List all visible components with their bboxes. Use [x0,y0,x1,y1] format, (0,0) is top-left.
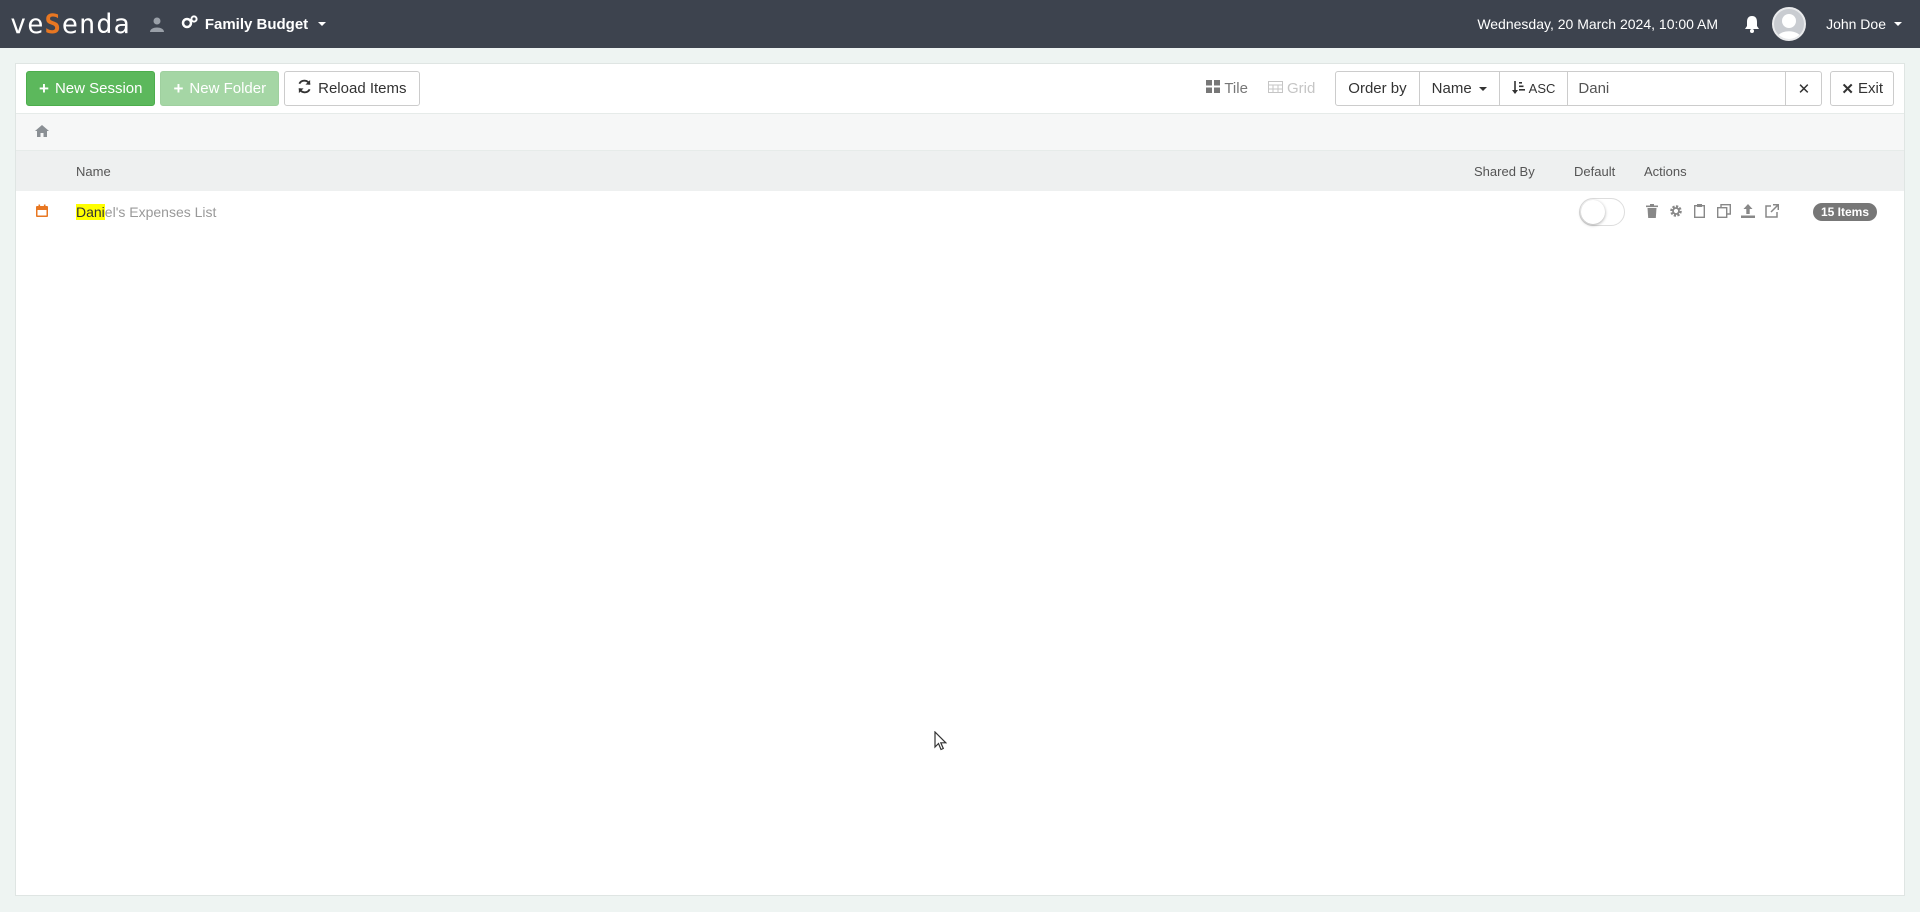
user-icon[interactable] [149,16,165,32]
tile-view-toggle[interactable]: Tile [1206,80,1248,97]
exit-label: Exit [1857,80,1883,97]
order-field-dropdown[interactable]: Name [1419,71,1500,106]
order-search-group: Order by Name ASC ✕ [1335,71,1823,106]
sort-amount-asc-icon [1511,80,1526,97]
toggle-knob [1581,200,1605,224]
bell-icon[interactable] [1742,14,1762,34]
order-field-value: Name [1431,80,1472,97]
close-icon: ✕ [1797,80,1811,98]
table-header: Name Shared By Default Actions [16,151,1904,191]
column-header-name[interactable]: Name [76,164,111,179]
order-by-label: Order by [1335,71,1420,106]
top-navbar: ve Senda Family Budget Wednesday, 20 Marc… [0,0,1920,48]
logo-text-accent: S [44,8,62,40]
session-name-rest: el's Expenses List [104,204,217,220]
home-icon[interactable] [34,124,50,141]
new-folder-label: New Folder [189,80,267,97]
reload-items-button[interactable]: Reload Items [284,71,420,106]
clear-search-button[interactable]: ✕ [1786,71,1823,106]
external-link-icon[interactable] [1764,203,1779,219]
sessions-panel: + New Session + New Folder Reload Items … [15,63,1905,896]
upload-icon[interactable] [1740,203,1755,219]
breadcrumb [16,114,1904,151]
mouse-cursor-icon [934,730,948,754]
new-session-label: New Session [54,80,143,97]
table-icon [1267,80,1283,97]
navbar-right: Wednesday, 20 March 2024, 10:00 AM John … [1477,0,1920,48]
order-direction-button[interactable]: ASC [1499,71,1569,106]
reload-items-label: Reload Items [318,80,407,97]
clipboard-icon[interactable] [1692,203,1707,219]
grid-label: Grid [1286,80,1316,97]
plus-icon: + [39,79,49,98]
tile-label: Tile [1224,80,1248,97]
row-actions [1644,203,1779,219]
session-name-link[interactable]: Daniel's Expenses List [76,204,216,220]
copy-icon[interactable] [1716,203,1731,219]
table-row[interactable]: Daniel's Expenses List 15 Items [16,191,1904,233]
logo-text-post: enda [61,8,131,40]
search-input[interactable] [1568,71,1787,106]
column-header-default[interactable]: Default [1574,164,1615,179]
new-folder-button[interactable]: + New Folder [160,71,280,106]
refresh-icon [297,79,312,98]
project-dropdown[interactable]: Family Budget [181,15,327,33]
close-icon: ✕ [1841,80,1854,98]
project-name: Family Budget [204,15,309,33]
logo-text-pre: ve [10,8,45,40]
chevron-down-icon [1894,22,1902,26]
current-datetime: Wednesday, 20 March 2024, 10:00 AM [1477,16,1719,32]
toolbar-right: Tile Grid Order by Name ASC Dani ✕ ✕ Exi… [1206,71,1894,106]
items-count-badge: 15 Items [1813,203,1878,221]
th-large-icon [1206,80,1221,97]
chevron-down-icon [1478,86,1487,91]
gear-icon[interactable] [1668,203,1683,219]
order-direction-label: ASC [1528,81,1556,96]
trash-icon[interactable] [1644,203,1659,219]
grid-view-toggle[interactable]: Grid [1267,80,1316,97]
toolbar: + New Session + New Folder Reload Items … [16,64,1904,114]
cogs-icon [181,15,199,33]
search-match-highlight: Dani [76,204,105,220]
avatar[interactable] [1772,7,1807,41]
new-session-button[interactable]: + New Session [26,71,156,106]
calendar-icon [35,204,51,220]
plus-icon: + [173,79,184,98]
exit-button[interactable]: ✕ Exit [1830,71,1894,106]
chevron-down-icon [318,22,327,26]
user-menu[interactable]: John Doe [1826,16,1902,32]
column-header-shared-by[interactable]: Shared By [1474,164,1535,179]
column-header-actions: Actions [1644,163,1687,179]
vesenda-logo[interactable]: ve Senda [10,0,131,48]
default-toggle[interactable] [1579,198,1625,226]
username: John Doe [1826,16,1886,32]
